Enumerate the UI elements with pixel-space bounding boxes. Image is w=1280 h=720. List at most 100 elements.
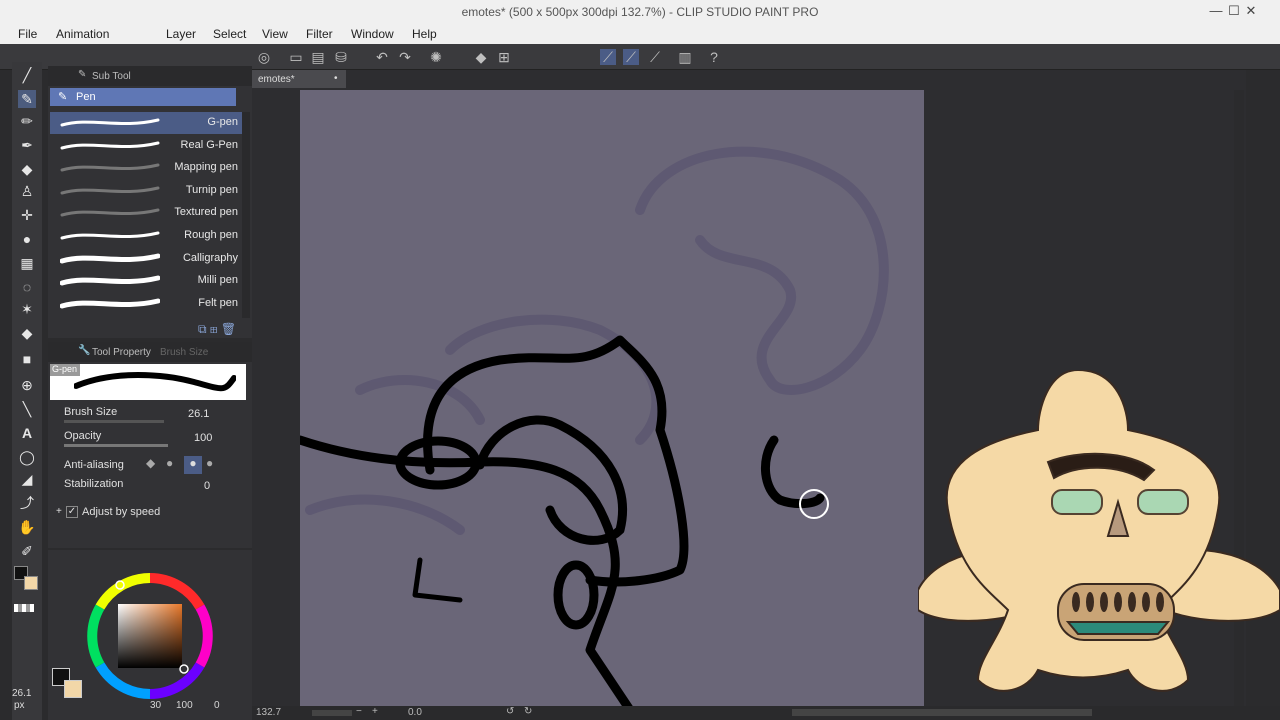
rotation-value[interactable]: 0.0 [408,707,422,718]
fill-icon[interactable]: ◆ [473,49,489,65]
correct-line-icon[interactable]: ✐ [18,542,36,560]
text-tool-icon[interactable]: A [18,424,36,442]
tool-bar: ╱ ✎ ✏ ✒ ◆ ♙ ✛ ● ▦ ◌ ✶ ◆ ■ ⊕ ╲ A ◯ ◢ ⤴ ✋ … [12,62,42,720]
copy-subtool-icon[interactable]: ⧉ [198,322,207,336]
opacity-label: Opacity [64,430,102,442]
stabilization-label: Stabilization [64,478,124,490]
brush-list-scrollbar[interactable] [242,112,250,318]
minimize-button[interactable]: — [1208,3,1224,19]
expand-icon[interactable]: + [56,506,62,517]
brush-line-icon[interactable]: ╱ [18,66,36,84]
blend-tool-icon[interactable]: ● [18,230,36,248]
pen-group-icon: ✎ [58,91,68,103]
menu-filter[interactable]: Filter [306,27,333,41]
document-tab[interactable]: emotes* • [252,70,346,88]
brush-size-slider[interactable] [64,420,164,423]
decoration-tool-icon[interactable]: ♙ [18,182,36,200]
stabilization-value[interactable]: 0 [204,480,210,492]
device-icon[interactable]: ▥ [677,49,693,65]
menu-select[interactable]: Select [213,27,246,41]
brush-item[interactable]: Rough pen [50,225,242,247]
aa-none-icon[interactable]: ◆ [146,456,162,472]
brush-item[interactable]: Textured pen [50,202,242,224]
zoom-in-icon[interactable]: + [372,706,378,717]
lasso-tool-icon[interactable]: ◌ [18,278,36,296]
brush-item-label: G-pen [207,116,238,128]
magic-wand-icon[interactable]: ✶ [18,300,36,318]
menu-file[interactable]: File [18,27,37,41]
pen-group-tab[interactable]: ✎ Pen [50,88,236,106]
color-wheel[interactable] [84,570,216,702]
undo-icon[interactable]: ↶ [374,49,390,65]
transform-icon[interactable]: ⊞ [496,49,512,65]
sub-color-swatch[interactable] [24,576,38,590]
brush-item[interactable]: Turnip pen [50,180,242,202]
brush-size-indicator: 26.1 [12,688,32,699]
brush-size-value[interactable]: 26.1 [188,408,209,420]
title-bar: emotes* (500 x 500px 300dpi 132.7%) - CL… [0,0,1280,24]
tool-property-icon: 🔧 [78,345,91,356]
adjust-speed-checkbox[interactable]: ✓ [66,506,78,518]
zoom-slider[interactable] [312,710,352,716]
pencil-tool-icon[interactable]: ✏ [18,112,36,130]
menu-help[interactable]: Help [412,27,437,41]
brush-size-tab[interactable]: Brush Size [160,347,208,358]
horizontal-scrollbar[interactable] [792,709,1092,716]
mascot-overlay-image [918,370,1280,692]
redo-icon[interactable]: ↷ [397,49,413,65]
aa-weak-icon[interactable]: ● [166,456,182,472]
save-icon[interactable]: ⛁ [333,49,349,65]
brush-size-unit: px [14,700,25,711]
brush-size-label: Brush Size [64,406,118,418]
fill-tool-icon[interactable]: ◆ [18,324,36,342]
transparent-color-swatch[interactable] [14,604,34,612]
loading-icon[interactable]: ✺ [428,49,444,65]
open-folder-icon[interactable]: ▤ [310,49,326,65]
menu-animation[interactable]: Animation [56,27,109,41]
zoom-value[interactable]: 132.7 [256,707,281,718]
snap-special-icon[interactable]: ⟋ [623,49,639,65]
snap-grid-icon[interactable]: ⟋ [647,49,663,65]
brush-item[interactable]: G-pen [50,112,242,134]
snap-ruler-icon[interactable]: ⟋ [600,49,616,65]
eraser-tool-icon[interactable]: ◆ [18,160,36,178]
brush-item[interactable]: Real G-Pen [50,135,242,157]
zoom-out-icon[interactable]: − [356,706,362,717]
rotate-right-icon[interactable]: ↻ [524,706,532,717]
aa-medium-icon[interactable]: ● [184,456,202,474]
sketch-strokes [300,146,889,706]
help-icon[interactable]: ? [706,49,722,65]
brush-item[interactable]: Milli pen [50,270,242,292]
brush-item[interactable]: Felt pen [50,293,242,315]
grid-tool-icon[interactable]: ▦ [18,254,36,272]
drawing-canvas[interactable] [300,90,924,706]
operation-tool-icon[interactable]: ⤴ [18,494,36,512]
app-icon[interactable]: ◎ [256,49,272,65]
document-tab-close-icon[interactable]: • [334,73,338,84]
eyedropper-tool-icon[interactable]: ⊕ [18,376,36,394]
delete-subtool-icon[interactable]: 🗑 [221,322,236,336]
duplicate-subtool-icon[interactable]: ⊞ [210,322,218,336]
rotate-left-icon[interactable]: ↺ [506,706,514,717]
opacity-value[interactable]: 100 [194,432,212,444]
opacity-slider[interactable] [64,444,168,447]
hand-tool-icon[interactable]: ✋ [18,518,36,536]
frame-tool-icon[interactable]: ◢ [18,470,36,488]
move-tool-icon[interactable]: ✛ [18,206,36,224]
close-button[interactable]: ✕ [1243,3,1259,19]
subtool-actions: ⧉ ⊞ 🗑 [198,322,236,337]
new-file-icon[interactable]: ▭ [288,49,304,65]
brush-tool-icon[interactable]: ✒ [18,136,36,154]
maximize-button[interactable]: ☐ [1226,3,1242,19]
sub-color-chip[interactable] [64,680,82,698]
menu-window[interactable]: Window [351,27,394,41]
menu-view[interactable]: View [262,27,288,41]
aa-strong-icon[interactable]: ● [206,456,222,472]
menu-layer[interactable]: Layer [166,27,196,41]
brush-item[interactable]: Mapping pen [50,157,242,179]
gradient-tool-icon[interactable]: ■ [18,350,36,368]
balloon-tool-icon[interactable]: ◯ [18,448,36,466]
line-tool-icon[interactable]: ╲ [18,400,36,418]
brush-item[interactable]: Calligraphy [50,248,242,270]
pen-tool-icon[interactable]: ✎ [18,90,36,108]
